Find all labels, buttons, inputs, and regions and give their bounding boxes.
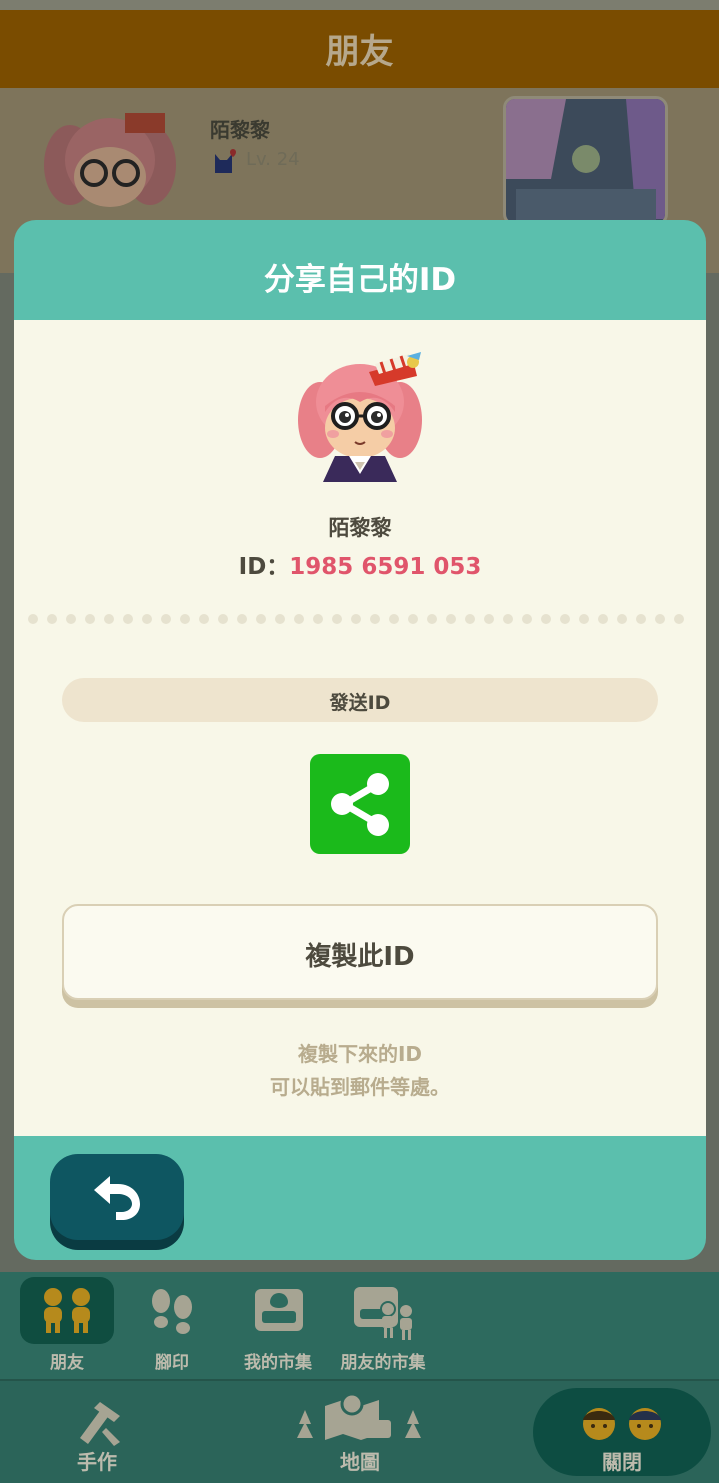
my-market-icon — [255, 1289, 303, 1331]
friends-market-icon — [354, 1287, 414, 1340]
undo-arrow-icon — [94, 1176, 140, 1220]
tab-friends[interactable]: 朋友 — [20, 1277, 114, 1373]
tab-friends-market-label: 朋友的市集 — [340, 1353, 426, 1373]
nav-map-label: 地圖 — [340, 1450, 380, 1474]
nav-close-label: 關閉 — [602, 1450, 642, 1474]
player-avatar — [298, 352, 422, 482]
nav-craft-label: 手作 — [77, 1450, 117, 1474]
friend-level: Lv. 24 — [246, 149, 300, 170]
tab-footprints-label: 腳印 — [155, 1353, 189, 1373]
id-value: 1985 6591 053 — [289, 554, 482, 580]
status-bar — [0, 0, 719, 10]
close-faces-icon — [583, 1408, 661, 1440]
hint-line-2: 可以貼到郵件等處。 — [270, 1075, 450, 1099]
nav-close-button[interactable]: 關閉 — [533, 1388, 711, 1476]
map-icon — [297, 1392, 421, 1440]
friend-name: 陌黎黎 — [210, 118, 270, 142]
friend-campsite-thumbnail — [503, 96, 668, 226]
player-name: 陌黎黎 — [328, 516, 392, 540]
back-button[interactable] — [50, 1154, 184, 1240]
friends-icon — [44, 1288, 90, 1333]
nav-map[interactable]: 地圖 — [295, 1390, 425, 1477]
tab-footprints[interactable]: 腳印 — [125, 1277, 219, 1373]
tab-friends-market[interactable]: 朋友的市集 — [336, 1277, 430, 1373]
share-button[interactable] — [310, 754, 410, 854]
copy-hint-text: 複製下來的ID 可以貼到郵件等處。 — [14, 1038, 706, 1104]
player-id-line: ID：1985 6591 053 — [14, 547, 706, 581]
craft-icon — [80, 1402, 120, 1446]
send-id-label: 發送ID — [329, 692, 391, 714]
friend-avatar — [44, 113, 176, 207]
share-icon — [331, 773, 389, 836]
tab-friends-label: 朋友 — [50, 1353, 84, 1373]
copy-id-button-label: 複製此ID — [305, 942, 415, 972]
page-title: 朋友 — [325, 32, 394, 72]
nav-craft[interactable]: 手作 — [40, 1392, 154, 1477]
cat-icon — [215, 149, 236, 173]
tab-my-market-label: 我的市集 — [244, 1353, 312, 1373]
dotted-divider — [28, 614, 684, 624]
id-label: ID： — [238, 554, 290, 580]
footprints-icon — [152, 1289, 192, 1334]
hint-line-1: 複製下來的ID — [297, 1042, 423, 1066]
tab-my-market[interactable]: 我的市集 — [231, 1277, 325, 1373]
modal-title: 分享自己的ID — [263, 262, 457, 298]
